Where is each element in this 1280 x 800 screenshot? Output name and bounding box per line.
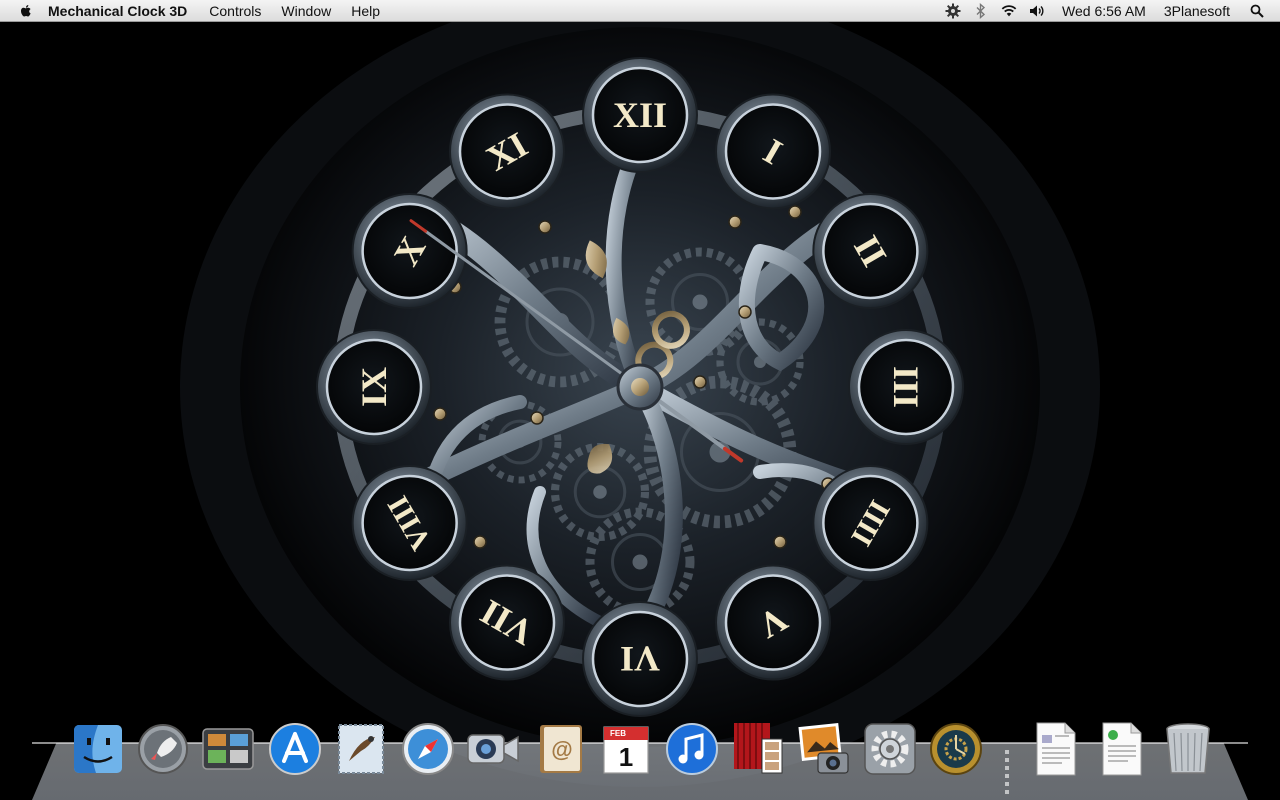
mechanical-clock-icon <box>930 723 982 775</box>
iphoto-icon <box>798 722 849 774</box>
numeral-medallion: VIII <box>351 465 468 581</box>
dock-item-address-book[interactable]: @ <box>532 720 588 778</box>
numeral-label: IX <box>354 367 394 407</box>
dock-item-trash[interactable] <box>1160 720 1216 778</box>
wifi-icon[interactable] <box>1000 2 1018 20</box>
dock: @ FEB 1 <box>0 715 1280 800</box>
dock-item-itunes[interactable] <box>664 720 720 778</box>
app-menu[interactable]: Mechanical Clock 3D <box>48 3 187 19</box>
dock-item-document[interactable] <box>1027 720 1083 778</box>
user-menu[interactable]: 3Planesoft <box>1164 3 1230 19</box>
finder-icon <box>74 725 122 773</box>
dock-item-photo-booth[interactable] <box>730 720 786 778</box>
numeral-label: VI <box>620 639 660 679</box>
mechanical-clock[interactable]: XIIIIIIIIIIIIVVIVIIVIIIIXXXI <box>0 22 1280 800</box>
menu-bar: Mechanical Clock 3D Controls Window Help <box>0 0 1280 22</box>
dock-item-iphoto[interactable] <box>796 720 852 778</box>
dock-item-launchpad[interactable] <box>135 720 191 778</box>
dock-item-mechanical-clock[interactable] <box>928 720 984 778</box>
document-icon <box>1036 722 1076 776</box>
numeral-medallion: I <box>715 93 831 210</box>
trash-icon <box>1166 723 1210 774</box>
dock-item-safari[interactable] <box>400 720 456 778</box>
itunes-icon <box>666 723 718 775</box>
numeral-medallion: III <box>848 329 964 445</box>
status-area: Wed 6:56 AM 3Planesoft <box>944 0 1280 22</box>
facetime-icon <box>467 734 519 764</box>
dock-separator <box>1005 750 1009 794</box>
calendar-day: 1 <box>619 742 633 772</box>
mail-icon <box>338 724 384 774</box>
mission-control-icon <box>202 728 254 770</box>
dock-item-installer-document[interactable] <box>1093 720 1149 778</box>
calendar-icon: FEB 1 <box>603 726 649 774</box>
numeral-medallion: IIII <box>812 465 929 581</box>
numeral-label: III <box>886 366 926 408</box>
menu-window[interactable]: Window <box>281 3 331 19</box>
numeral-medallion: V <box>715 564 831 681</box>
apple-icon[interactable] <box>18 3 34 19</box>
spotlight-icon[interactable] <box>1248 2 1266 20</box>
safari-icon <box>402 723 454 775</box>
dock-item-mission-control[interactable] <box>200 720 256 778</box>
svg-text:@: @ <box>551 737 572 762</box>
address-book-icon: @ <box>540 725 582 773</box>
installer-document-icon <box>1102 722 1142 776</box>
menu-controls[interactable]: Controls <box>209 3 261 19</box>
numeral-medallion: IX <box>316 329 432 445</box>
dock-item-app-store[interactable] <box>267 720 323 778</box>
dock-item-finder[interactable] <box>70 720 126 778</box>
numeral-medallion: XI <box>449 93 565 210</box>
dock-item-facetime[interactable] <box>466 720 522 778</box>
photo-booth-icon <box>734 723 783 774</box>
numeral-medallion: VII <box>449 564 565 681</box>
numeral-medallion: X <box>351 193 468 309</box>
calendar-month: FEB <box>610 729 626 738</box>
launchpad-icon <box>138 724 188 774</box>
app-store-icon <box>269 723 321 775</box>
menu-clock[interactable]: Wed 6:56 AM <box>1062 3 1146 19</box>
menu-help[interactable]: Help <box>351 3 380 19</box>
volume-icon[interactable] <box>1028 2 1046 20</box>
numeral-medallion: II <box>812 193 929 309</box>
numeral-label: XII <box>613 95 667 135</box>
desktop: XII I II III IIII V VI VII VIII IX X XI <box>0 22 1280 800</box>
gear-icon[interactable] <box>944 2 962 20</box>
numeral-medallion: XII <box>582 57 698 173</box>
dock-item-mail[interactable] <box>333 720 389 778</box>
dock-item-system-preferences[interactable] <box>862 720 918 778</box>
system-preferences-icon <box>864 723 916 775</box>
bluetooth-icon[interactable] <box>972 2 990 20</box>
dock-item-ical[interactable]: FEB 1 <box>598 720 654 778</box>
numeral-medallion: VI <box>582 601 698 717</box>
